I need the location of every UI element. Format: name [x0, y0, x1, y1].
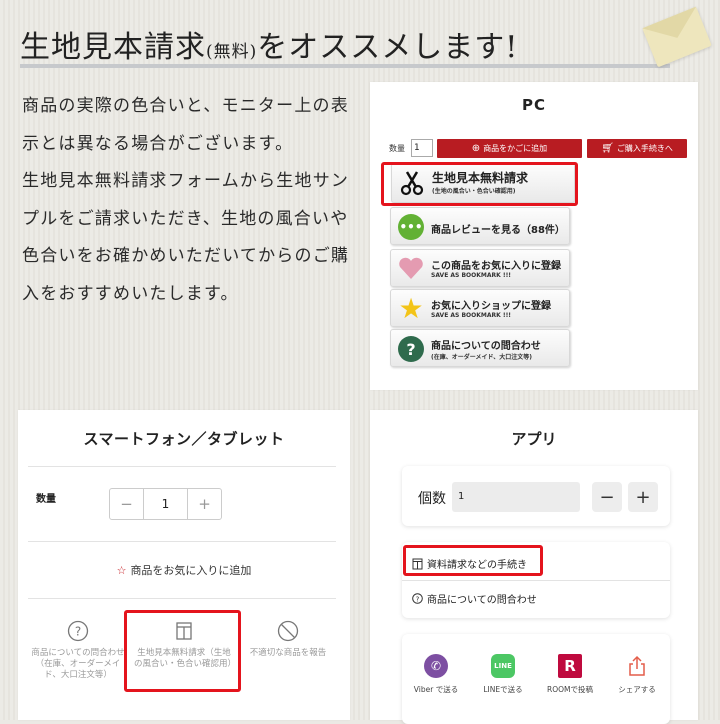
viber-share-label: Viber で送る	[413, 685, 459, 694]
pc-bookmark-shop-label: お気に入りショップに登録	[431, 301, 551, 312]
svg-text:?: ?	[75, 625, 81, 639]
question-circle-icon: ?	[412, 593, 423, 604]
share-icon	[625, 654, 649, 678]
divider	[402, 580, 670, 581]
sp-inquiry-label: 商品についての問合わせ（在庫、オーダーメイド、大口注文等）	[31, 648, 125, 680]
chat-bubble-icon: •••	[397, 213, 425, 241]
smartphone-title: スマートフォン／タブレット	[83, 430, 285, 448]
add-favorite-link[interactable]: ☆ 商品をお気に入りに追加	[18, 562, 350, 578]
add-to-cart-button[interactable]: ⊕ 商品をかごに追加	[437, 139, 582, 158]
pc-bookmark-shop-button[interactable]: ★ お気に入りショップに登録 SAVE AS BOOKMARK !!!	[390, 289, 570, 327]
heading-paren: (無料)	[206, 42, 258, 62]
question-circle-icon: ?	[67, 620, 89, 642]
heading-underline	[20, 64, 670, 68]
decrement-button[interactable]: −	[110, 489, 143, 519]
divider	[28, 598, 336, 599]
pc-bookmark-item-button[interactable]: この商品をお気に入りに登録 SAVE AS BOOKMARK !!!	[390, 249, 570, 287]
app-title: アプリ	[511, 430, 557, 448]
plus-circle-icon: ⊕	[471, 143, 481, 154]
app-inquiry-row[interactable]: ? 商品についての問合わせ	[412, 591, 537, 606]
pc-bookmark-item-label: この商品をお気に入りに登録	[431, 261, 561, 272]
sp-qty-value[interactable]: 1	[143, 489, 188, 519]
app-share-card: ✆ Viber で送る LINE LINEで送る R ROOMで投稿 シェアする	[402, 634, 670, 724]
prohibited-icon	[277, 620, 299, 642]
add-favorite-label: 商品をお気に入りに追加	[130, 564, 252, 577]
checkout-label: ご購入手続きへ	[616, 144, 673, 153]
generic-share-button[interactable]: シェアする	[607, 654, 667, 695]
highlight-frame	[124, 610, 241, 692]
heading-main: 生地見本請求	[20, 30, 206, 65]
pc-bookmark-shop-sub: SAVE AS BOOKMARK !!!	[431, 312, 512, 319]
app-qty-input[interactable]: 1	[452, 482, 580, 512]
add-to-cart-label: 商品をかごに追加	[483, 144, 548, 153]
room-share-button[interactable]: R ROOMで投稿	[540, 654, 600, 695]
heading-rest: をオススメします!	[257, 30, 519, 65]
cart-icon: 🛒︎	[601, 143, 614, 154]
sp-inquiry-option[interactable]: ? 商品についての問合わせ（在庫、オーダーメイド、大口注文等）	[28, 620, 128, 681]
pc-qty-input[interactable]: 1	[411, 139, 433, 157]
star-outline-icon: ☆	[116, 564, 127, 577]
line-share-label: LINEで送る	[483, 685, 523, 694]
checkout-button[interactable]: 🛒︎ ご購入手続きへ	[587, 139, 687, 158]
sp-report-label: 不適切な商品を報告	[249, 648, 327, 658]
heart-icon	[397, 255, 425, 283]
app-qty-label: 個数	[418, 491, 446, 507]
room-share-label: ROOMで投稿	[547, 685, 593, 694]
highlight-frame	[403, 545, 543, 576]
divider	[28, 466, 336, 467]
generic-share-label: シェアする	[618, 685, 656, 694]
app-inquiry-label: 商品についての問合わせ	[427, 595, 537, 606]
svg-text:?: ?	[416, 595, 420, 603]
room-icon: R	[558, 654, 582, 678]
pc-inquiry-label: 商品についての問合わせ	[431, 341, 541, 352]
divider	[28, 541, 336, 542]
viber-icon: ✆	[424, 654, 448, 678]
intro-text: 商品の実際の色合いと、モニター上の表示とは異なる場合がございます。 生地見本無料…	[22, 88, 352, 313]
app-qty-card: 個数 1 − +	[402, 466, 670, 526]
sp-qty-label: 数量	[36, 494, 56, 505]
pc-review-label: 商品レビューを見る（88件）	[431, 225, 565, 236]
sp-report-option[interactable]: 不適切な商品を報告	[238, 620, 338, 659]
pc-inquiry-button[interactable]: ? 商品についての問合わせ (在庫、オーダーメイド、大口注文等)	[390, 329, 570, 367]
pc-bookmark-item-sub: SAVE AS BOOKMARK !!!	[431, 272, 512, 279]
line-icon: LINE	[491, 654, 515, 678]
highlight-frame	[381, 162, 578, 206]
star-icon: ★	[398, 292, 424, 325]
intro-paragraph-1: 商品の実際の色合いと、モニター上の表示とは異なる場合がございます。	[22, 96, 349, 154]
page-heading: 生地見本請求(無料)をオススメします!	[20, 14, 670, 68]
app-increment-button[interactable]: +	[628, 482, 658, 512]
intro-paragraph-2: 生地見本無料請求フォームから生地サンプルをご請求いただき、生地の風合いや色合いを…	[22, 171, 350, 304]
viber-share-button[interactable]: ✆ Viber で送る	[406, 654, 466, 695]
question-icon: ?	[397, 335, 425, 363]
quantity-stepper: − 1 +	[109, 488, 222, 520]
line-share-button[interactable]: LINE LINEで送る	[473, 654, 533, 695]
pc-title: PC	[521, 96, 546, 114]
pc-review-button[interactable]: ••• 商品レビューを見る（88件）	[390, 207, 570, 245]
pc-inquiry-sub: (在庫、オーダーメイド、大口注文等)	[431, 354, 533, 361]
pc-qty-label: 数量	[389, 144, 405, 153]
app-decrement-button[interactable]: −	[592, 482, 622, 512]
increment-button[interactable]: +	[188, 489, 221, 519]
